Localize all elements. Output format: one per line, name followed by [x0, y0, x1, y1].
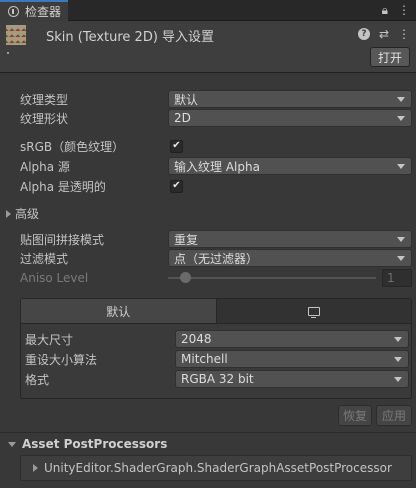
alpha-source-dropdown[interactable]: 输入纹理 Alpha: [168, 157, 412, 175]
checkmark-icon: ✔: [172, 140, 181, 151]
wrap-mode-value: 重复: [174, 232, 199, 247]
aniso-level-slider-track[interactable]: [168, 277, 376, 279]
revert-button[interactable]: 恢复: [338, 405, 372, 426]
texture-shape-dropdown[interactable]: 2D: [168, 109, 412, 127]
resize-algorithm-value: Mitchell: [181, 352, 228, 366]
alpha-transparency-checkbox[interactable]: ✔: [170, 179, 183, 193]
texture-type-row: 纹理类型 默认: [20, 90, 412, 108]
header-icons: ? ⇄ ⋮: [357, 27, 410, 41]
alpha-transparency-label: Alpha 是透明的: [20, 179, 106, 194]
texture-shape-value: 2D: [174, 111, 191, 125]
aniso-level-field[interactable]: 1: [382, 269, 412, 287]
texture-type-value: 默认: [174, 92, 199, 107]
monitor-icon: [307, 306, 320, 318]
chevron-down-icon: [397, 164, 405, 169]
chevron-right-icon: [6, 209, 11, 218]
wrap-mode-dropdown[interactable]: 重复: [168, 230, 412, 248]
filter-mode-value: 点（无过滤器）: [174, 251, 259, 266]
tab-default-platform[interactable]: 默认: [21, 299, 216, 323]
chevron-right-icon: [33, 464, 38, 472]
alpha-source-value: 输入纹理 Alpha: [174, 159, 260, 174]
advanced-label: 高级: [15, 207, 40, 221]
max-size-row: 最大尺寸 2048: [25, 330, 409, 348]
section-divider: [0, 432, 416, 433]
srgb-row: sRGB（颜色纹理） ✔: [20, 137, 412, 155]
tab-standalone-platform[interactable]: [215, 299, 411, 323]
advanced-foldout[interactable]: 高级: [6, 205, 39, 222]
thumbnail-dot: [7, 52, 9, 54]
texture-type-dropdown[interactable]: 默认: [168, 90, 412, 108]
help-icon[interactable]: ?: [357, 28, 370, 40]
presets-icon[interactable]: ⇄: [379, 27, 389, 41]
texture-shape-row: 纹理形状 2D: [20, 109, 412, 127]
postprocessors-title: Asset PostProcessors: [22, 437, 168, 451]
format-value: RGBA 32 bit: [181, 372, 254, 386]
apply-button[interactable]: 应用: [376, 405, 412, 426]
filter-mode-label: 过滤模式: [20, 251, 69, 266]
alpha-source-row: Alpha 源 输入纹理 Alpha: [20, 157, 412, 175]
max-size-dropdown[interactable]: 2048: [175, 330, 409, 348]
kebab-menu-icon[interactable]: ⋮: [398, 3, 410, 18]
aniso-level-label: Aniso Level: [20, 271, 89, 285]
resize-algorithm-dropdown[interactable]: Mitchell: [175, 350, 409, 368]
max-size-value: 2048: [181, 332, 212, 346]
srgb-label: sRGB（颜色纹理）: [20, 139, 125, 154]
kebab-menu-icon[interactable]: ⋮: [398, 27, 410, 41]
importer-header: Skin (Texture 2D) 导入设置 ? ⇄ ⋮ 打开: [0, 21, 416, 73]
alpha-transparency-row: Alpha 是透明的 ✔: [20, 177, 412, 195]
max-size-label: 最大尺寸: [25, 332, 74, 347]
postprocessor-item[interactable]: UnityEditor.ShaderGraph.ShaderGraphAsset…: [20, 455, 412, 481]
filter-mode-row: 过滤模式 点（无过滤器）: [20, 249, 412, 267]
texture-thumbnail: [6, 25, 26, 45]
chevron-down-icon: [397, 256, 405, 261]
chevron-down-icon: [397, 237, 405, 242]
format-dropdown[interactable]: RGBA 32 bit: [175, 370, 409, 388]
alpha-source-label: Alpha 源: [20, 159, 70, 174]
chevron-down-icon: [397, 97, 405, 102]
srgb-checkbox[interactable]: ✔: [170, 139, 183, 153]
open-button[interactable]: 打开: [370, 47, 410, 67]
postprocessor-item-label: UnityEditor.ShaderGraph.ShaderGraphAsset…: [44, 461, 392, 475]
chevron-down-icon: [394, 337, 402, 342]
aniso-level-slider-thumb[interactable]: [180, 272, 191, 283]
info-icon: [8, 6, 19, 17]
format-label: 格式: [25, 372, 50, 387]
chevron-down-icon: [394, 357, 402, 362]
chevron-down-icon: [397, 116, 405, 121]
resize-algorithm-row: 重设大小算法 Mitchell: [25, 350, 409, 368]
chevron-down-icon: [8, 441, 16, 447]
lock-icon[interactable]: 🔒︎: [382, 3, 388, 18]
chevron-down-icon: [394, 377, 402, 382]
window-tools: 🔒︎ ⋮: [382, 3, 410, 18]
wrap-mode-row: 贴图间拼接模式 重复: [20, 230, 412, 248]
resize-algorithm-label: 重设大小算法: [25, 352, 98, 367]
page-title: Skin (Texture 2D) 导入设置: [46, 30, 215, 45]
tab-inspector[interactable]: 检查器: [0, 0, 68, 21]
filter-mode-dropdown[interactable]: 点（无过滤器）: [168, 249, 412, 267]
texture-type-label: 纹理类型: [20, 92, 69, 107]
inspector-tab-bar: 检查器 🔒︎ ⋮: [0, 0, 416, 21]
platform-tabs: 默认: [21, 299, 411, 324]
texture-shape-label: 纹理形状: [20, 111, 69, 126]
wrap-mode-label: 贴图间拼接模式: [20, 232, 105, 247]
format-row: 格式 RGBA 32 bit: [25, 370, 409, 388]
platform-settings-panel: 默认 最大尺寸 2048 重设大小算法 Mitchell 格式 RGBA 32 …: [20, 298, 412, 399]
aniso-level-row: Aniso Level 1: [20, 269, 412, 287]
tab-inspector-label: 检查器: [25, 5, 62, 19]
postprocessors-foldout[interactable]: Asset PostProcessors: [8, 437, 167, 451]
checkmark-icon: ✔: [172, 180, 181, 191]
